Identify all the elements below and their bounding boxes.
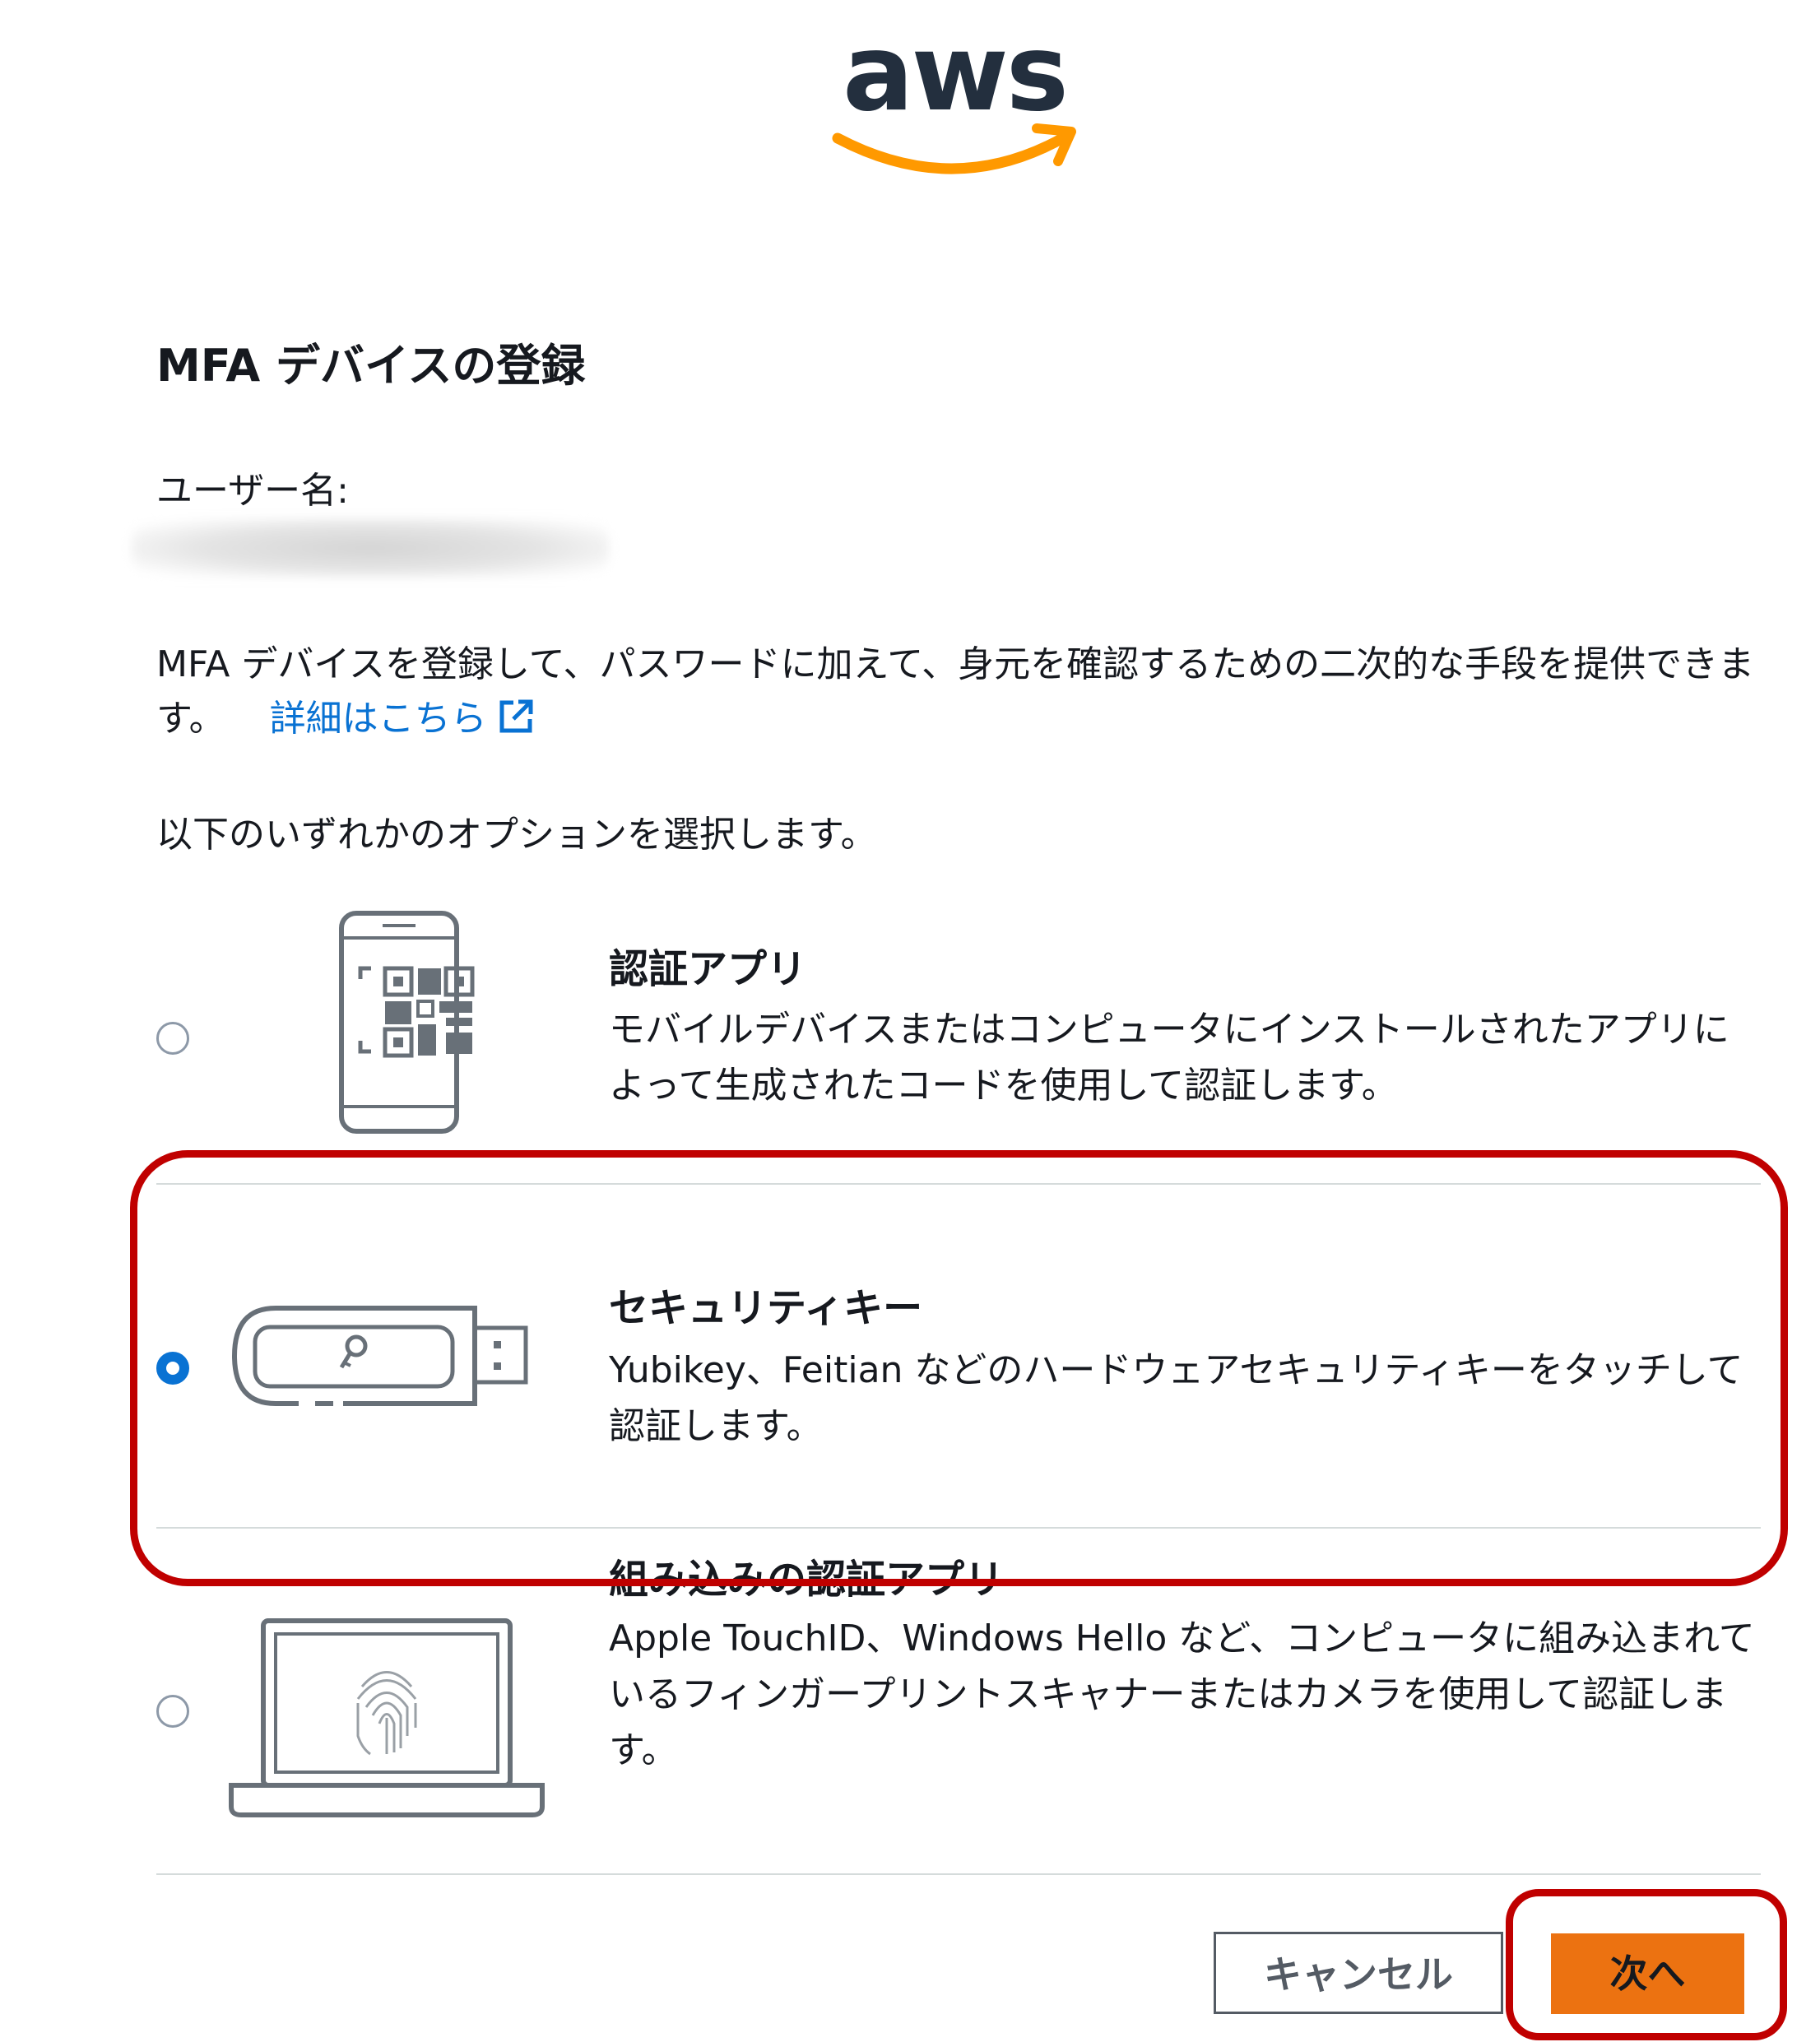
option-authenticator-app[interactable]: 認証アプリ モバイルデバイスまたはコンピュータにインストールされたアプリによって… (0, 905, 1820, 1176)
radio-authenticator-app[interactable] (156, 1022, 189, 1055)
username-label: ユーザー名: (156, 470, 349, 512)
qr-phone-icon (339, 911, 475, 1134)
page-title: MFA デバイスの登録 (156, 340, 586, 392)
option-built-in-authenticator[interactable]: 組み込みの認証アプリ Apple TouchID、Windows Hello な… (0, 1547, 1820, 1876)
highlight-annotation-security-key (130, 1150, 1788, 1586)
option-description: モバイルデバイスまたはコンピュータにインストールされたアプリによって生成されたコ… (609, 1009, 1729, 1107)
aws-smile-icon (832, 123, 1076, 174)
external-link-icon (499, 699, 533, 733)
option-description: Apple TouchID、Windows Hello など、コンピュータに組み… (609, 1617, 1755, 1771)
select-prompt: 以下のいずれかのオプションを選択します。 (156, 814, 877, 856)
laptop-fingerprint-icon (229, 1618, 545, 1817)
username-value-redacted (132, 518, 609, 578)
mfa-description: MFA デバイスを登録して、パスワードに加えて、身元を確認するための二次的な手段… (156, 638, 1769, 746)
option-title: 認証アプリ (609, 946, 807, 992)
cancel-button[interactable]: キャンセル (1214, 1932, 1503, 2014)
aws-logo: aws (831, 16, 1078, 181)
radio-built-in-authenticator[interactable] (156, 1695, 189, 1728)
divider (156, 1873, 1761, 1875)
learn-more-label: 詳細はこちら (269, 698, 487, 740)
highlight-annotation-next-button (1506, 1889, 1787, 2040)
learn-more-link[interactable]: 詳細はこちら (270, 698, 535, 740)
